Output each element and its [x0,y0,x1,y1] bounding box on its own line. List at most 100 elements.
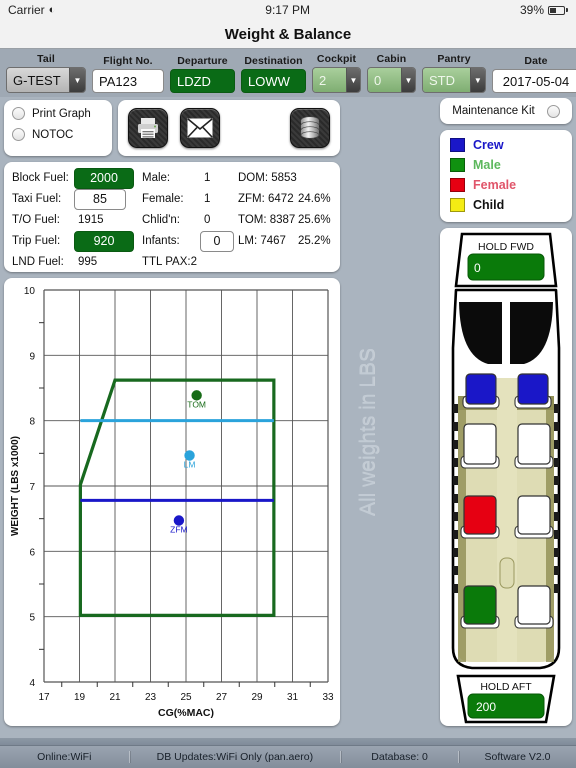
notoc-label: NOTOC [32,128,74,141]
tail-field: Tail G-TEST ▼ [6,53,86,93]
seat-cabin-row1-right[interactable] [514,423,554,469]
notoc-checkbox-row[interactable]: NOTOC [12,128,112,141]
wifi-icon: ◐ [48,4,56,16]
destination-input[interactable]: LOWW [241,69,306,93]
status-bar: Carrier ◐ 9:17 PM 39% [0,0,576,20]
svg-text:0: 0 [474,261,481,275]
lm-pct: 25.2% [298,235,331,247]
lnd-fuel-value: 995 [78,256,98,268]
svg-text:33: 33 [322,692,334,703]
svg-text:LM: LM [184,459,196,469]
legend-label-female: Female [473,178,517,192]
seat-cabin-row1-left[interactable] [460,423,500,469]
destination-label: Destination [244,55,303,67]
lm-weight: LM: 7467 [238,235,286,247]
checkbox-icon[interactable] [546,104,560,118]
checkbox-icon[interactable] [12,107,25,120]
battery-icon [548,5,568,15]
cabin-select[interactable]: 0 ▼ [367,67,416,93]
legend-item: Female [450,178,572,192]
svg-text:6: 6 [29,547,35,558]
children-value: 0 [204,214,211,226]
legend-label-child: Child [473,198,505,212]
status-bar-left: Carrier ◐ [8,3,55,17]
cockpit-label: Cockpit [316,53,357,65]
zfm-pct: 24.6% [298,193,331,205]
svg-text:10: 10 [24,286,36,297]
svg-text:CG(%MAC): CG(%MAC) [158,707,214,719]
footer-online-status: Online:WiFi [0,751,130,763]
svg-text:HOLD AFT: HOLD AFT [480,681,532,693]
weights-summary-panel: Block Fuel: 2000 Male: 1 DOM: 5853 Taxi … [4,162,340,272]
total-pax-label: TTL PAX:2 [142,256,197,268]
svg-text:9: 9 [29,351,35,362]
date-input[interactable]: 2017-05-04 [492,69,576,93]
watermark: All weights in LBS [348,282,388,582]
svg-text:WEIGHT (LBS x1000): WEIGHT (LBS x1000) [10,436,21,536]
legend-item: Crew [450,138,572,152]
infants-input[interactable]: 0 [200,230,234,252]
svg-text:4: 4 [29,678,35,689]
svg-text:31: 31 [287,692,299,703]
legend-swatch-female [450,178,465,192]
flight-detail-form: Tail G-TEST ▼ Flight No. PA123 Departure… [0,49,576,97]
cockpit-value: 2 [313,68,346,92]
departure-input[interactable]: LDZD [170,69,235,93]
svg-text:19: 19 [74,692,86,703]
seat-cockpit-left[interactable] [462,373,500,409]
seat-cabin-row3-right[interactable] [514,585,554,629]
footer-software-version: Software V2.0 [484,751,551,763]
action-icon-panel [118,100,340,156]
cockpit-select[interactable]: 2 ▼ [312,67,361,93]
maintenance-kit-row[interactable]: Maintenance Kit [440,98,572,124]
seat-cabin-row2-left[interactable] [460,495,500,539]
male-label: Male: [142,172,171,184]
pantry-select[interactable]: STD ▼ [422,67,486,93]
cockpit-field: Cockpit 2 ▼ [312,53,361,93]
tail-select[interactable]: G-TEST ▼ [6,67,86,93]
tom-pct: 25.6% [298,214,331,226]
status-bar-right: 39% [520,3,568,17]
svg-text:7: 7 [29,482,35,493]
trip-fuel-input[interactable]: 920 [74,230,134,252]
page-title: Weight & Balance [224,25,352,43]
svg-text:HOLD FWD: HOLD FWD [478,241,534,253]
zfm-weight: ZFM: 6472 [238,193,294,205]
aircraft-seat-map[interactable]: HOLD FWD 0 HOLD AFT 200 [440,228,572,726]
svg-text:TOM: TOM [187,399,206,409]
male-value: 1 [204,172,211,184]
seat-cockpit-right[interactable] [514,373,552,409]
cg-chart-svg: TOM LM ZFM 4 5 6 7 8 9 10 17 19 21 23 25 27 29 31 33 CG(%MA… [10,286,334,719]
chevron-down-icon: ▼ [69,68,85,92]
print-button[interactable] [128,108,168,148]
svg-text:25: 25 [180,692,192,703]
seat-cabin-row2-right[interactable] [514,495,554,539]
svg-text:8: 8 [29,417,35,428]
database-button[interactable] [290,108,330,148]
status-footer: Online:WiFi DB Updates:WiFi Only (pan.ae… [0,745,576,768]
chevron-down-icon: ▼ [469,68,485,92]
cg-envelope-chart[interactable]: TOM LM ZFM 4 5 6 7 8 9 10 17 19 21 23 25 27 29 31 33 CG(%MA… [4,278,340,726]
cabin-value: 0 [368,68,401,92]
female-value: 1 [204,193,211,205]
taxi-fuel-input[interactable]: 85 [74,188,126,210]
pantry-field: Pantry STD ▼ [422,53,486,93]
print-graph-checkbox-row[interactable]: Print Graph [12,107,112,120]
svg-text:29: 29 [251,692,263,703]
svg-text:27: 27 [216,692,228,703]
email-button[interactable] [180,108,220,148]
flight-no-label: Flight No. [103,55,153,67]
trip-fuel-label: Trip Fuel: [12,235,61,247]
footer-database: Database: 0 [341,751,460,763]
navigation-bar: Weight & Balance [0,20,576,49]
departure-label: Departure [177,55,228,67]
flight-no-input[interactable]: PA123 [92,69,164,93]
tail-label: Tail [37,53,55,65]
seat-cabin-row3-left[interactable] [460,585,500,629]
taxi-fuel-label: Taxi Fuel: [12,193,62,205]
block-fuel-input[interactable]: 2000 [74,167,134,189]
checkbox-icon[interactable] [12,128,25,141]
svg-text:17: 17 [38,692,50,703]
svg-text:23: 23 [145,692,157,703]
pantry-value: STD [423,68,470,92]
